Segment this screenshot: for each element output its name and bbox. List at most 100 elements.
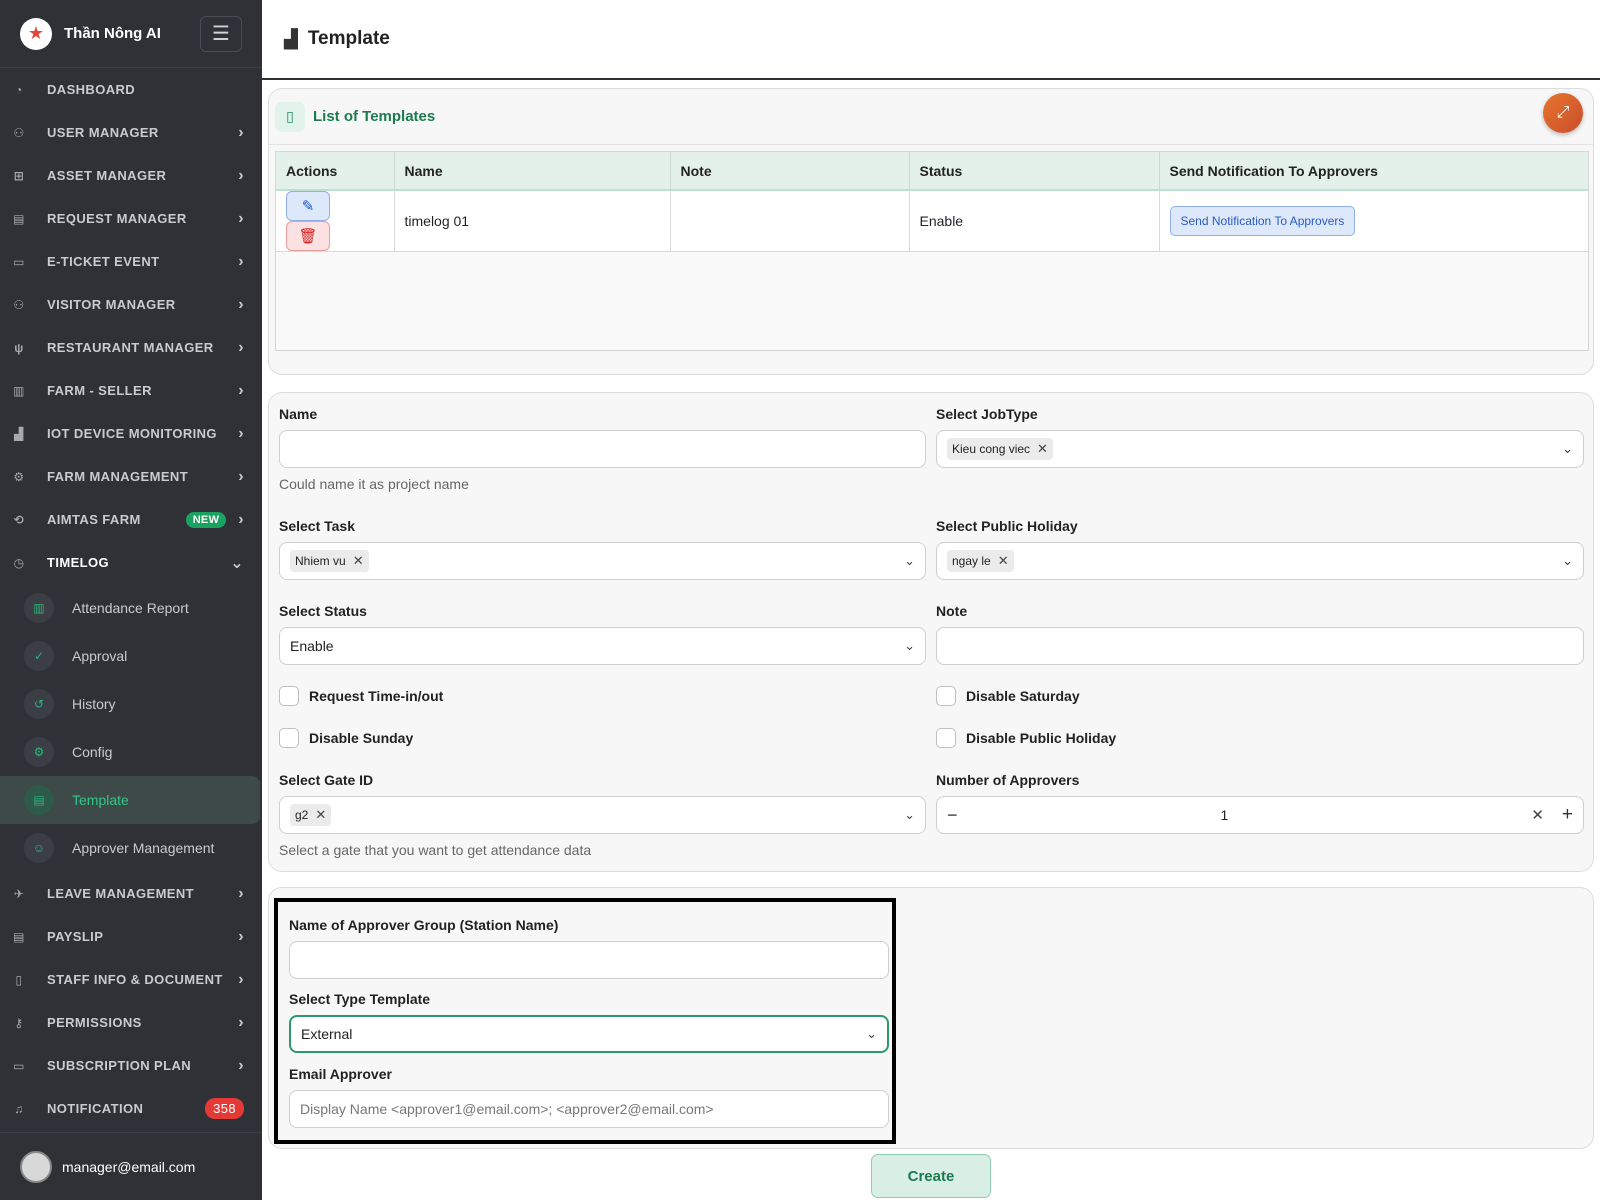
email-approver-placeholder: Display Name <approver1@email.com>; <app… xyxy=(300,1101,714,1117)
sidebar-item-leave-management[interactable]: ✈ LEAVE MANAGEMENT › xyxy=(0,872,262,915)
chevron-down-icon[interactable]: ⌄ xyxy=(866,1026,877,1042)
gate-help-text: Select a gate that you want to get atten… xyxy=(279,842,592,858)
status-select[interactable]: Enable ⌄ xyxy=(279,627,926,665)
plus-icon[interactable]: + xyxy=(1562,804,1573,826)
task-select[interactable]: Nhiem vu ✕ ⌄ xyxy=(279,542,926,580)
receipt-icon: ▤ xyxy=(13,929,25,944)
create-button[interactable]: Create xyxy=(871,1154,991,1198)
sidebar-subitem-history[interactable]: ↺ History xyxy=(0,680,262,728)
approver-group-input[interactable] xyxy=(289,941,889,979)
clear-icon[interactable]: ✕ xyxy=(1531,806,1544,824)
checkbox-box[interactable] xyxy=(936,686,956,706)
close-icon[interactable]: ✕ xyxy=(1037,441,1048,457)
user-profile[interactable]: manager@email.com xyxy=(0,1132,262,1200)
chevron-right-icon: › xyxy=(238,970,244,988)
jobtype-select[interactable]: Kieu cong viec ✕ ⌄ xyxy=(936,430,1584,468)
sidebar-item-iot-device-monitoring[interactable]: ▟ IOT DEVICE MONITORING › xyxy=(0,412,262,455)
gear-icon: ⚙ xyxy=(24,737,54,767)
sidebar-item-label: NOTIFICATION xyxy=(47,1101,144,1116)
gate-chip: g2 ✕ xyxy=(290,804,332,826)
user-email: manager@email.com xyxy=(62,1158,196,1175)
holiday-select[interactable]: ngay le ✕ ⌄ xyxy=(936,542,1584,580)
chevron-down-icon[interactable]: ⌄ xyxy=(904,553,915,569)
name-input[interactable] xyxy=(279,430,926,468)
chevron-right-icon: › xyxy=(238,123,244,141)
sidebar-item-aimtas-farm[interactable]: ⟲ AIMTAS FARM NEW › xyxy=(0,498,262,541)
sidebar-item-e-ticket-event[interactable]: ▭ E-TICKET EVENT › xyxy=(0,240,262,283)
gate-label: Select Gate ID xyxy=(279,772,374,788)
sidebar-item-subscription-plan[interactable]: ▭ SUBSCRIPTION PLAN › xyxy=(0,1044,262,1087)
users-icon: ⚇ xyxy=(13,125,25,140)
sidebar-item-restaurant-manager[interactable]: ψ RESTAURANT MANAGER › xyxy=(0,326,262,369)
sidebar-subitem-attendance-report[interactable]: ▥ Attendance Report xyxy=(0,584,262,632)
checkbox-box[interactable] xyxy=(279,728,299,748)
sidebar-item-timelog[interactable]: ◷ TIMELOG ⌄ xyxy=(0,541,262,584)
checkbox-box[interactable] xyxy=(936,728,956,748)
disable-public-holiday-checkbox[interactable]: Disable Public Holiday xyxy=(936,728,1116,748)
sidebar-item-label: LEAVE MANAGEMENT xyxy=(47,886,194,901)
sidebar-item-permissions[interactable]: ⚷ PERMISSIONS › xyxy=(0,1001,262,1044)
holiday-label: Select Public Holiday xyxy=(936,518,1078,534)
sidebar-item-staff-info[interactable]: ▯ STAFF INFO & DOCUMENT › xyxy=(0,958,262,1001)
edit-icon[interactable]: ✎ xyxy=(286,191,330,221)
actions-cell: ✎🗑 xyxy=(276,190,395,252)
sidebar-item-farm-seller[interactable]: ▥ FARM - SELLER › xyxy=(0,369,262,412)
avatar[interactable] xyxy=(20,1150,52,1183)
key-icon: ⚷ xyxy=(14,1015,24,1030)
status-cell: Enable xyxy=(909,190,1160,252)
sidebar-subitem-approver-management[interactable]: ☺ Approver Management xyxy=(0,824,262,872)
name-label: Name xyxy=(279,406,318,422)
jobtype-chip: Kieu cong viec ✕ xyxy=(947,438,1053,460)
brand-logo-icon[interactable]: ★ xyxy=(20,17,52,50)
expand-icon[interactable]: ⤢ xyxy=(1543,93,1583,133)
type-template-select[interactable]: External ⌄ xyxy=(289,1015,889,1053)
sidebar-item-visitor-manager[interactable]: ⚇ VISITOR MANAGER › xyxy=(0,283,262,326)
new-badge: NEW xyxy=(185,511,227,528)
chevron-down-icon[interactable]: ⌄ xyxy=(904,638,915,654)
sidebar-subitem-label: Template xyxy=(72,792,129,808)
approvers-stepper[interactable]: − 1 ✕ + xyxy=(936,796,1584,834)
notify-cell: Send Notification To Approvers xyxy=(1159,190,1588,252)
sidebar-subitem-label: Config xyxy=(72,744,113,760)
send-notification-button[interactable]: Send Notification To Approvers xyxy=(1169,206,1356,236)
sidebar-item-dashboard[interactable]: ◔ DASHBOARD xyxy=(0,68,262,111)
hamburger-icon[interactable]: ☰ xyxy=(200,15,242,52)
disable-sunday-checkbox[interactable]: Disable Sunday xyxy=(279,728,413,748)
chevron-right-icon: › xyxy=(238,338,244,356)
sidebar-item-request-manager[interactable]: ▤ REQUEST MANAGER › xyxy=(0,197,262,240)
column-header-note[interactable]: Note xyxy=(670,152,910,191)
visitors-icon: ⚇ xyxy=(13,297,25,312)
disable-saturday-checkbox[interactable]: Disable Saturday xyxy=(936,686,1080,706)
note-input[interactable] xyxy=(936,627,1584,665)
approvers-value[interactable]: 1 xyxy=(918,807,1532,823)
approver-group-label: Name of Approver Group (Station Name) xyxy=(289,917,559,933)
close-icon[interactable]: ✕ xyxy=(998,553,1009,569)
sidebar-item-farm-management[interactable]: ⚙ FARM MANAGEMENT › xyxy=(0,455,262,498)
sidebar-item-payslip[interactable]: ▤ PAYSLIP › xyxy=(0,915,262,958)
email-approver-input[interactable]: Display Name <approver1@email.com>; <app… xyxy=(289,1090,889,1128)
chevron-down-icon[interactable]: ⌄ xyxy=(1562,553,1573,569)
column-header-status[interactable]: Status xyxy=(909,152,1160,191)
chevron-right-icon: › xyxy=(238,209,244,227)
checkbox-box[interactable] xyxy=(279,686,299,706)
sidebar-item-label: TIMELOG xyxy=(47,555,110,570)
sidebar-item-asset-manager[interactable]: ⊞ ASSET MANAGER › xyxy=(0,154,262,197)
asset-icon: ⊞ xyxy=(13,168,25,183)
column-header-name[interactable]: Name xyxy=(394,152,671,191)
bell-icon: ♫ xyxy=(14,1101,24,1116)
trash-icon[interactable]: 🗑 xyxy=(286,221,330,251)
chevron-right-icon: › xyxy=(238,927,244,945)
sidebar-subitem-template[interactable]: ▤ Template xyxy=(0,776,260,824)
chevron-down-icon[interactable]: ⌄ xyxy=(1562,441,1573,457)
sidebar-item-user-manager[interactable]: ⚇ USER MANAGER › xyxy=(0,111,262,154)
request-time-checkbox[interactable]: Request Time-in/out xyxy=(279,686,443,706)
close-icon[interactable]: ✕ xyxy=(353,553,364,569)
gate-select[interactable]: g2 ✕ ⌄ xyxy=(279,796,926,834)
sidebar-item-label: STAFF INFO & DOCUMENT xyxy=(47,972,223,987)
chevron-down-icon[interactable]: ⌄ xyxy=(904,807,915,823)
close-icon[interactable]: ✕ xyxy=(315,807,326,823)
sidebar-subitem-approval[interactable]: ✓ Approval xyxy=(0,632,262,680)
sidebar-subitem-config[interactable]: ⚙ Config xyxy=(0,728,262,776)
status-select-value: Enable xyxy=(290,638,334,654)
sidebar-item-notification[interactable]: ♫ NOTIFICATION 358 xyxy=(0,1087,262,1130)
